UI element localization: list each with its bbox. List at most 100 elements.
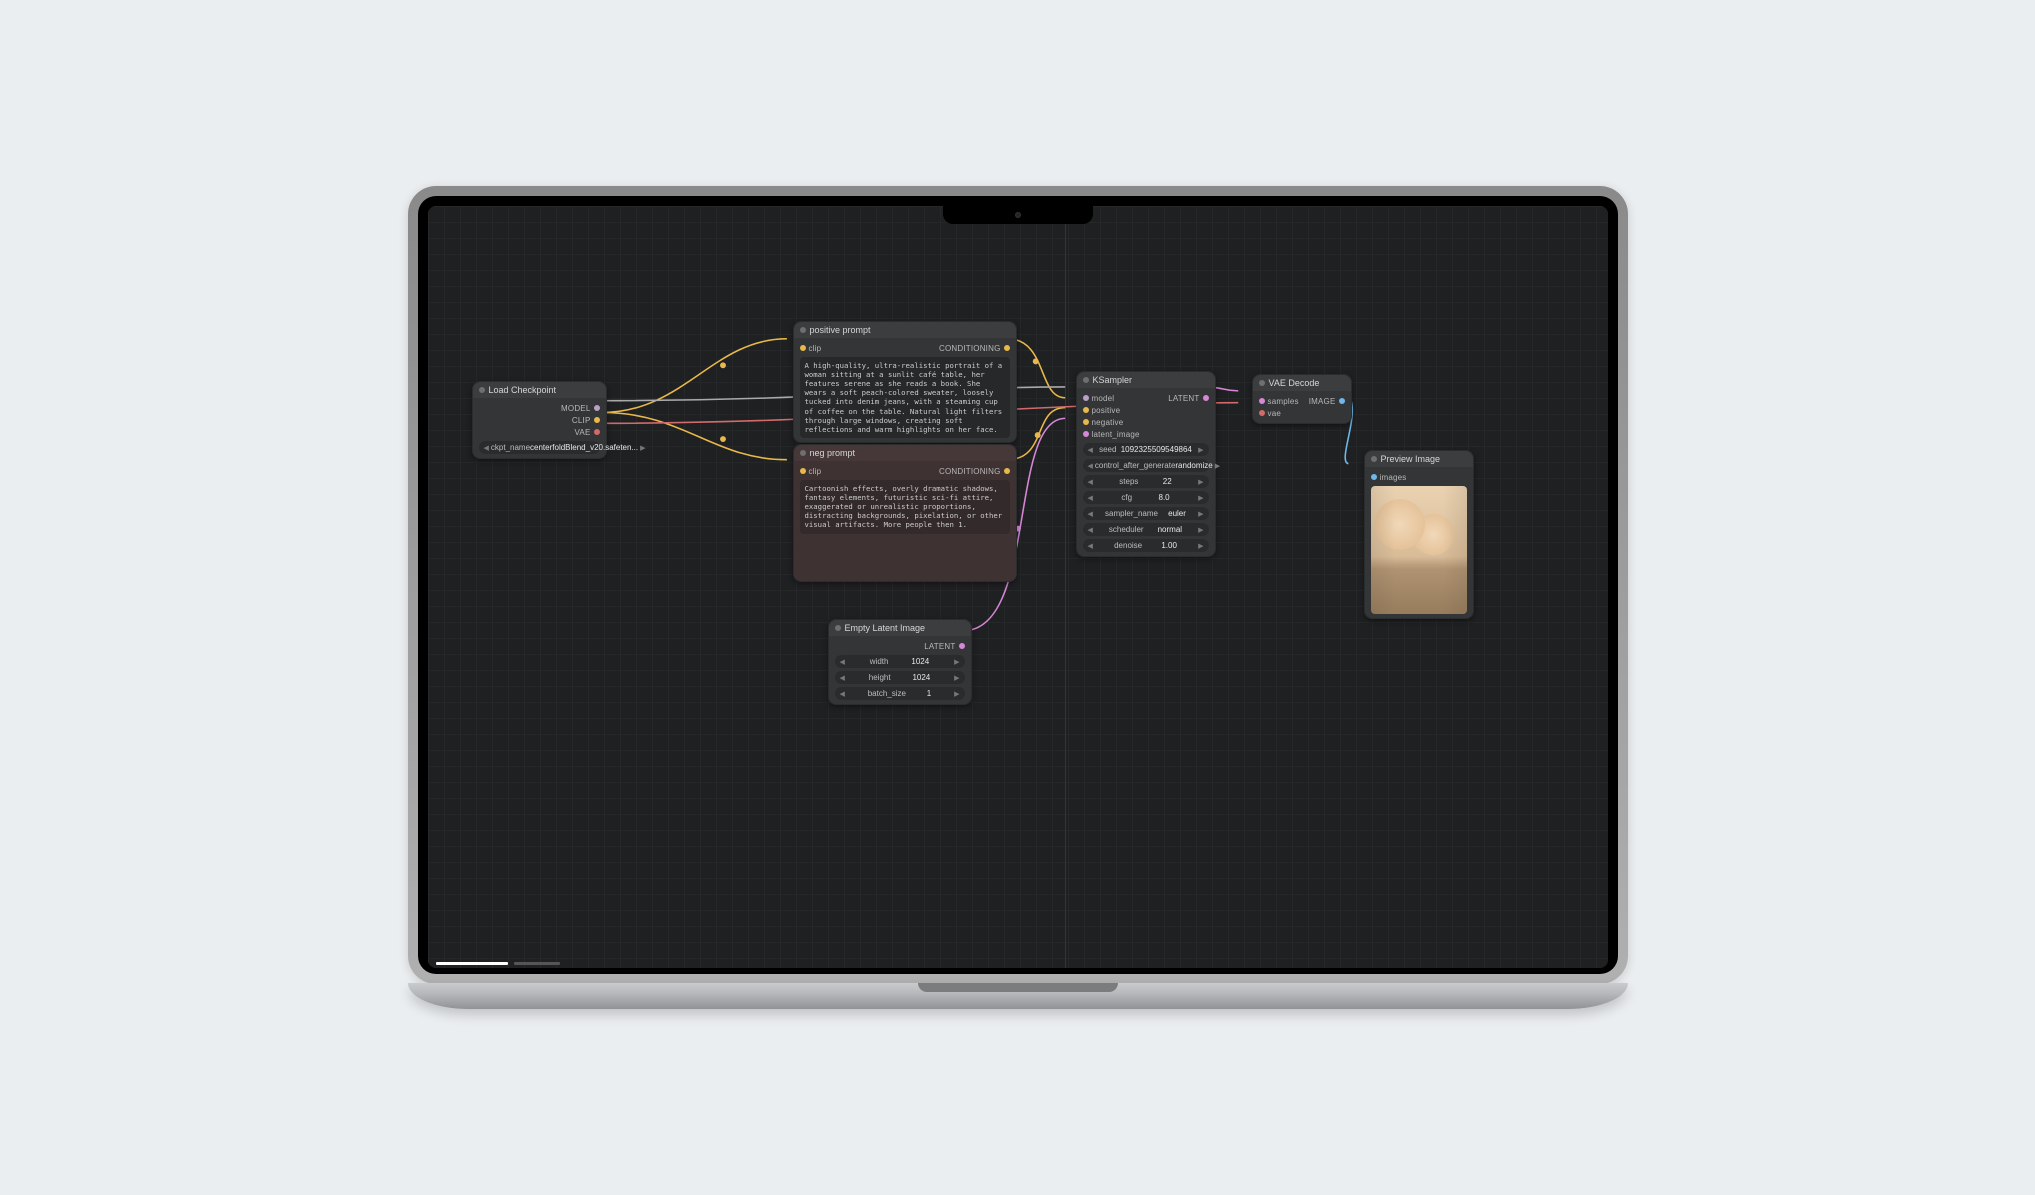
port-model-out[interactable] — [594, 405, 600, 411]
output-label-conditioning: CONDITIONING — [939, 467, 1001, 476]
input-label-clip: clip — [809, 344, 822, 353]
node-title-text: Load Checkpoint — [489, 385, 557, 395]
laptop-bezel: Load Checkpoint MODEL CLIP VAE ◀ ckpt_na… — [408, 186, 1628, 984]
node-editor-canvas[interactable]: Load Checkpoint MODEL CLIP VAE ◀ ckpt_na… — [428, 206, 1608, 968]
progress-segment — [436, 962, 508, 965]
chevron-left-icon[interactable]: ◀ — [1086, 462, 1095, 470]
port-negative-in[interactable] — [1083, 419, 1089, 425]
chevron-right-icon[interactable]: ▶ — [1196, 446, 1205, 454]
node-vae-decode[interactable]: VAE Decode samplesIMAGE vae — [1252, 374, 1352, 424]
status-bar — [428, 958, 1608, 968]
chevron-left-icon[interactable]: ◀ — [1086, 446, 1095, 454]
port-latent-out[interactable] — [959, 643, 965, 649]
port-latent-out[interactable] — [1203, 395, 1209, 401]
camera-icon — [1015, 212, 1021, 218]
chevron-left-icon[interactable]: ◀ — [482, 444, 491, 452]
param-steps[interactable]: ◀steps22▶ — [1083, 475, 1209, 488]
param-key: ckpt_name — [491, 443, 530, 452]
chevron-left-icon[interactable]: ◀ — [1086, 542, 1095, 550]
node-title-text: neg prompt — [810, 448, 856, 458]
port-conditioning-out[interactable] — [1004, 468, 1010, 474]
input-label-clip: clip — [809, 467, 822, 476]
node-empty-latent[interactable]: Empty Latent Image LATENT ◀width1024▶ ◀h… — [828, 619, 972, 705]
node-title-text: VAE Decode — [1269, 378, 1320, 388]
param-ckpt-name[interactable]: ◀ ckpt_name centerfoldBlend_v20.safeten.… — [479, 441, 600, 454]
chevron-right-icon[interactable]: ▶ — [1196, 542, 1205, 550]
chevron-right-icon[interactable]: ▶ — [952, 658, 961, 666]
chevron-right-icon[interactable]: ▶ — [1196, 510, 1205, 518]
port-samples-in[interactable] — [1259, 398, 1265, 404]
node-collapse-icon[interactable] — [1083, 377, 1089, 383]
port-positive-in[interactable] — [1083, 407, 1089, 413]
param-batch-size[interactable]: ◀batch_size1▶ — [835, 687, 965, 700]
node-title[interactable]: VAE Decode — [1253, 375, 1351, 391]
node-collapse-icon[interactable] — [835, 625, 841, 631]
node-collapse-icon[interactable] — [1371, 456, 1377, 462]
output-label-clip: CLIP — [572, 416, 591, 425]
node-title[interactable]: KSampler — [1077, 372, 1215, 388]
prompt-textarea[interactable]: Cartoonish effects, overly dramatic shad… — [800, 480, 1010, 534]
node-ksampler[interactable]: KSampler modelLATENT positive negative l… — [1076, 371, 1216, 557]
chevron-right-icon[interactable]: ▶ — [638, 444, 647, 452]
progress-segment-dim — [514, 962, 560, 965]
laptop-notch — [943, 206, 1093, 224]
laptop-mockup: Load Checkpoint MODEL CLIP VAE ◀ ckpt_na… — [408, 186, 1628, 1009]
param-height[interactable]: ◀height1024▶ — [835, 671, 965, 684]
port-conditioning-out[interactable] — [1004, 345, 1010, 351]
node-collapse-icon[interactable] — [479, 387, 485, 393]
output-label-vae: VAE — [574, 428, 590, 437]
prompt-textarea[interactable]: A high-quality, ultra-realistic portrait… — [800, 357, 1010, 438]
chevron-right-icon[interactable]: ▶ — [1213, 462, 1222, 470]
node-load-checkpoint[interactable]: Load Checkpoint MODEL CLIP VAE ◀ ckpt_na… — [472, 381, 607, 459]
output-label-model: MODEL — [561, 404, 590, 413]
node-negative-prompt[interactable]: neg prompt clip CONDITIONING Cartoonish … — [793, 444, 1017, 582]
node-title[interactable]: Load Checkpoint — [473, 382, 606, 398]
node-positive-prompt[interactable]: positive prompt clip CONDITIONING A high… — [793, 321, 1017, 443]
node-title[interactable]: neg prompt — [794, 445, 1016, 461]
port-clip-out[interactable] — [594, 417, 600, 423]
node-title[interactable]: Empty Latent Image — [829, 620, 971, 636]
port-latent-in[interactable] — [1083, 431, 1089, 437]
preview-thumbnail[interactable] — [1371, 486, 1467, 614]
chevron-left-icon[interactable]: ◀ — [838, 674, 847, 682]
chevron-right-icon[interactable]: ▶ — [952, 674, 961, 682]
output-label-latent: LATENT — [924, 642, 955, 651]
chevron-right-icon[interactable]: ▶ — [1196, 526, 1205, 534]
param-seed[interactable]: ◀seed1092325509549864▶ — [1083, 443, 1209, 456]
port-images-in[interactable] — [1371, 474, 1377, 480]
node-title-text: Preview Image — [1381, 454, 1441, 464]
chevron-right-icon[interactable]: ▶ — [952, 690, 961, 698]
param-value: centerfoldBlend_v20.safeten... — [530, 443, 638, 452]
node-title-text: Empty Latent Image — [845, 623, 926, 633]
port-image-out[interactable] — [1339, 398, 1345, 404]
canvas-guideline — [1065, 206, 1066, 968]
port-clip-in[interactable] — [800, 345, 806, 351]
chevron-left-icon[interactable]: ◀ — [1086, 494, 1095, 502]
chevron-left-icon[interactable]: ◀ — [1086, 478, 1095, 486]
chevron-left-icon[interactable]: ◀ — [1086, 526, 1095, 534]
output-label-image: IMAGE — [1309, 397, 1336, 406]
node-collapse-icon[interactable] — [800, 327, 806, 333]
input-label-images: images — [1380, 473, 1407, 482]
port-vae-out[interactable] — [594, 429, 600, 435]
node-title[interactable]: Preview Image — [1365, 451, 1473, 467]
chevron-left-icon[interactable]: ◀ — [838, 690, 847, 698]
port-clip-in[interactable] — [800, 468, 806, 474]
node-preview-image[interactable]: Preview Image images — [1364, 450, 1474, 619]
param-cfg[interactable]: ◀cfg8.0▶ — [1083, 491, 1209, 504]
node-title[interactable]: positive prompt — [794, 322, 1016, 338]
param-denoise[interactable]: ◀denoise1.00▶ — [1083, 539, 1209, 552]
chevron-right-icon[interactable]: ▶ — [1196, 478, 1205, 486]
param-control-after-generate[interactable]: ◀control_after_generaterandomize▶ — [1083, 459, 1209, 472]
param-scheduler[interactable]: ◀schedulernormal▶ — [1083, 523, 1209, 536]
output-label-latent: LATENT — [1168, 394, 1199, 403]
param-sampler-name[interactable]: ◀sampler_nameeuler▶ — [1083, 507, 1209, 520]
node-collapse-icon[interactable] — [800, 450, 806, 456]
node-collapse-icon[interactable] — [1259, 380, 1265, 386]
chevron-right-icon[interactable]: ▶ — [1196, 494, 1205, 502]
port-model-in[interactable] — [1083, 395, 1089, 401]
chevron-left-icon[interactable]: ◀ — [1086, 510, 1095, 518]
port-vae-in[interactable] — [1259, 410, 1265, 416]
chevron-left-icon[interactable]: ◀ — [838, 658, 847, 666]
param-width[interactable]: ◀width1024▶ — [835, 655, 965, 668]
